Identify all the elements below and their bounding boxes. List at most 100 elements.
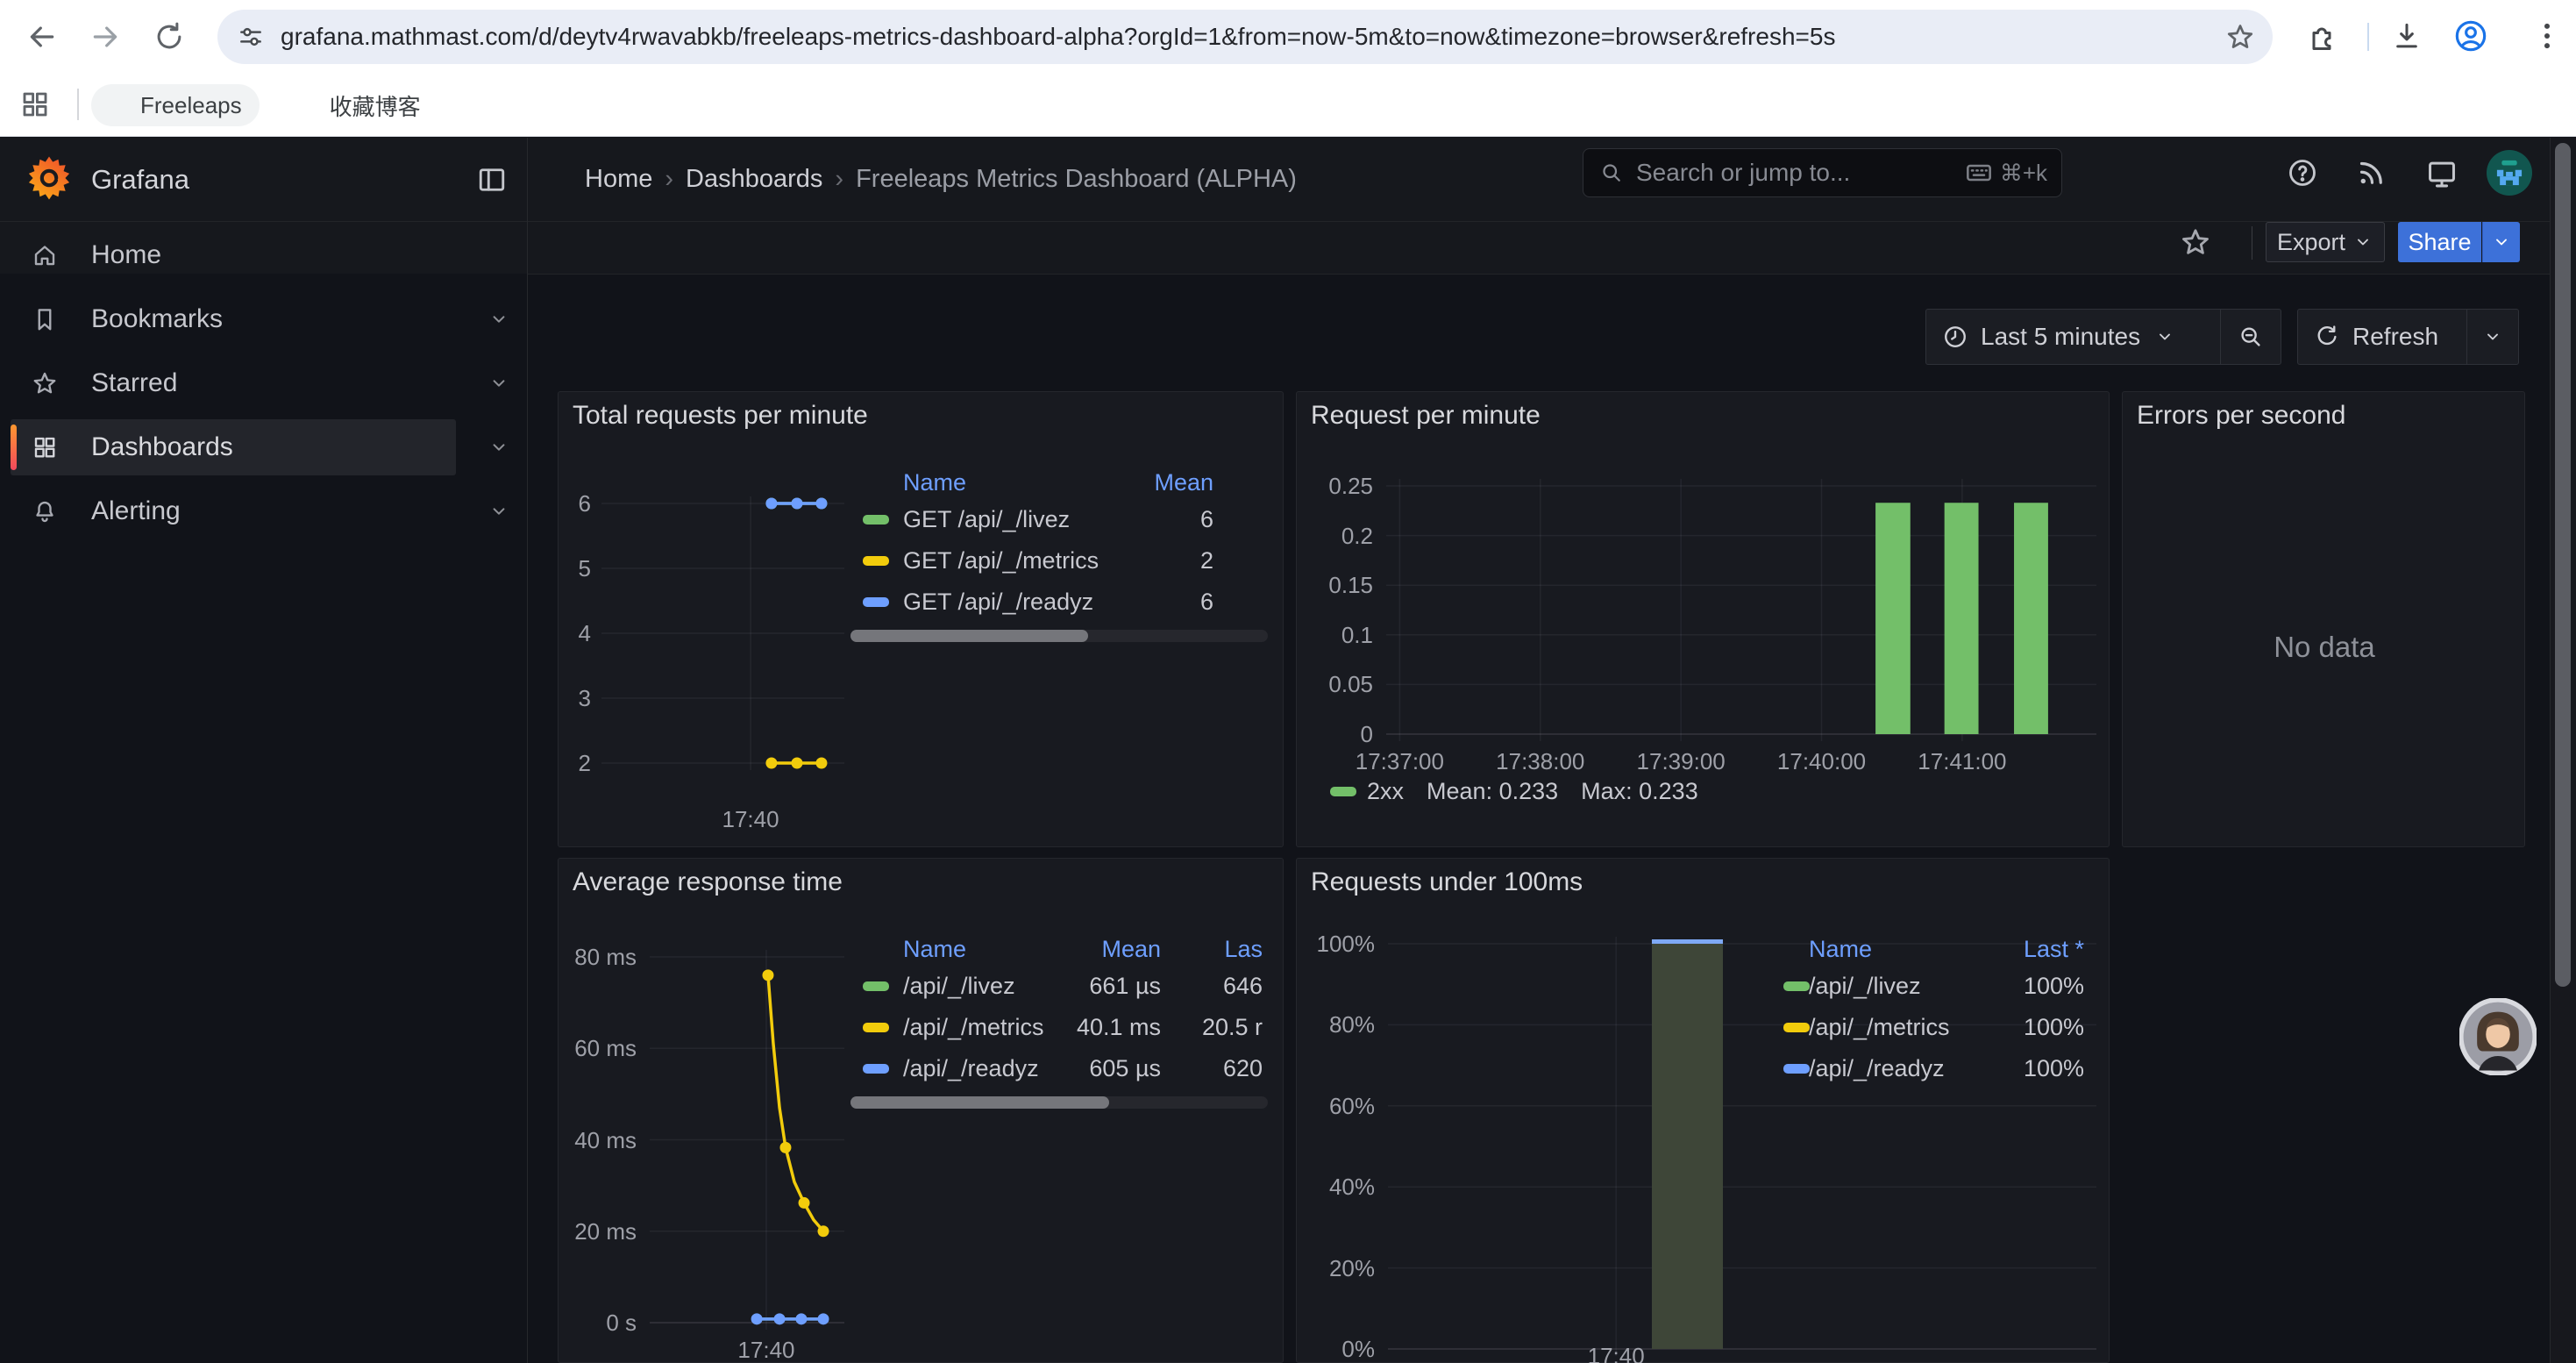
legend-mean: Mean: 0.233: [1427, 778, 1558, 805]
panel-title[interactable]: Requests under 100ms: [1311, 867, 1583, 897]
legend-scrollbar-thumb[interactable]: [850, 1096, 1109, 1109]
col-header[interactable]: Las: [1224, 934, 1263, 964]
legend-series-name[interactable]: GET /api/_/readyz: [903, 582, 1093, 622]
panel-requests-under-100ms: Requests under 100ms100%80%60%40%20%0%17…: [1296, 858, 2110, 1363]
x-axis-label: 17:40:00: [1743, 748, 1901, 774]
y-axis-label: 80%: [1297, 1011, 1375, 1038]
legend-series-name[interactable]: /api/_/metrics: [903, 1007, 1044, 1047]
y-axis-label: 100%: [1297, 931, 1375, 957]
legend-swatch: [863, 597, 889, 607]
legend-value-mean: 605 µs: [1089, 1048, 1161, 1088]
y-axis-label: 6: [559, 490, 591, 517]
legend-value-last: 100%: [2024, 1007, 2084, 1047]
assistant-avatar[interactable]: [2459, 998, 2537, 1075]
x-axis-label: 17:38:00: [1462, 748, 1619, 774]
panel-total-requests: Total requests per minute 6 5 4 3 2 17:40 Name M…: [558, 391, 1284, 847]
col-header[interactable]: Mean: [1154, 467, 1213, 497]
legend-max: Max: 0.233: [1581, 778, 1698, 805]
legend-table-row: /api/_/readyz 605 µs 620: [850, 1048, 1268, 1089]
legend-series-name[interactable]: GET /api/_/metrics: [903, 540, 1099, 581]
col-header-name[interactable]: Name: [903, 467, 966, 497]
legend-table: Name Mean Las/api/_/livez 661 µs 646/api/_/m…: [850, 934, 1268, 1109]
y-axis-label: 20%: [1297, 1255, 1375, 1281]
chart-line: [593, 484, 853, 790]
legend-swatch: [1783, 1064, 1810, 1074]
col-header-name[interactable]: Name: [903, 934, 966, 964]
y-axis-label: 5: [559, 555, 591, 582]
x-axis-label: 17:41:00: [1883, 748, 2041, 774]
legend-value-last: 646: [1223, 966, 1263, 1006]
legend-table: NameLast */api/_/livez100%/api/_/metrics…: [1775, 934, 2088, 1089]
chart-bar: [1377, 477, 2105, 743]
legend-scrollbar-thumb[interactable]: [850, 630, 1088, 642]
legend-swatch: [1330, 787, 1356, 796]
legend-series-name[interactable]: /api/_/readyz: [903, 1048, 1039, 1088]
legend-table-row: /api/_/metrics 100%: [1775, 1007, 2088, 1048]
legend-value-last: 100%: [2024, 1048, 2084, 1088]
legend-value-mean: 661 µs: [1089, 966, 1161, 1006]
legend-swatch: [863, 981, 889, 991]
col-header[interactable]: Mean: [1101, 934, 1161, 964]
legend-swatch: [863, 515, 889, 525]
legend-series-name[interactable]: GET /api/_/livez: [903, 499, 1070, 539]
dashboard-canvas: Total requests per minute 6 5 4 3 2 17:40 Name M…: [0, 0, 2576, 1363]
legend-swatch: [1783, 1023, 1810, 1032]
y-axis-label: 0: [1297, 721, 1373, 747]
panel-title[interactable]: Errors per second: [2137, 401, 2345, 431]
x-axis-label: 17:40: [672, 806, 829, 832]
screen: grafana.mathmast.com/d/deytv4rwavabkb/fr…: [0, 0, 2576, 1363]
y-axis-label: 2: [559, 750, 591, 776]
legend-value-last: 100%: [2024, 966, 2084, 1006]
legend-series-name[interactable]: 2xx: [1367, 778, 1404, 805]
legend-table: NameMeanGET /api/_/livez6GET /api/_/metr…: [850, 467, 1268, 642]
chart-line: [641, 935, 853, 1331]
legend-swatch: [1783, 981, 1810, 991]
legend-table-row: /api/_/metrics40.1 ms20.5 r: [850, 1007, 1268, 1048]
legend-table-row: /api/_/livez 661 µs 646: [850, 966, 1268, 1007]
col-header-name[interactable]: Name: [1809, 934, 1872, 964]
legend-value-last: 620: [1223, 1048, 1263, 1088]
y-axis-label: 40 ms: [559, 1127, 637, 1153]
panel-title[interactable]: Request per minute: [1311, 401, 1541, 431]
legend-value-mean: 2: [1200, 540, 1213, 581]
legend-table-row: GET /api/_/metrics 2: [850, 540, 1268, 582]
legend-table-header: Name Last *: [1775, 934, 2088, 966]
legend-swatch: [863, 1023, 889, 1032]
legend-scrollbar-track[interactable]: [850, 1096, 1268, 1109]
y-axis-label: 0.2: [1297, 523, 1373, 549]
y-axis-label: 0.05: [1297, 671, 1373, 697]
x-axis-label: 17:39:00: [1602, 748, 1760, 774]
y-axis-label: 0%: [1297, 1336, 1375, 1362]
legend-table-header: Name Mean Las: [850, 934, 1268, 966]
legend-value-mean: 6: [1200, 582, 1213, 622]
panel-title[interactable]: Total requests per minute: [573, 401, 868, 431]
legend-value-last: 20.5 r: [1202, 1007, 1263, 1047]
legend-series-name[interactable]: /api/_/livez: [903, 966, 1015, 1006]
legend-scrollbar-track[interactable]: [850, 630, 1268, 642]
legend-swatch: [863, 1064, 889, 1074]
page-scrollbar-thumb[interactable]: [2555, 143, 2571, 987]
legend-table-row: GET /api/_/readyz 6: [850, 582, 1268, 623]
panel-title[interactable]: Average response time: [573, 867, 843, 897]
y-axis-label: 0.15: [1297, 572, 1373, 598]
y-axis-label: 20 ms: [559, 1218, 637, 1245]
page-scrollbar-track[interactable]: [2550, 138, 2576, 1363]
x-axis-label: 17:40: [687, 1337, 845, 1363]
y-axis-label: 3: [559, 685, 591, 711]
legend-table-row: /api/_/livez 100%: [1775, 966, 2088, 1007]
y-axis-label: 60 ms: [559, 1035, 637, 1061]
y-axis-label: 60%: [1297, 1093, 1375, 1119]
legend: 2xx Mean: 0.233 Max: 0.233: [1330, 778, 1698, 804]
legend-table-row: /api/_/readyz 100%: [1775, 1048, 2088, 1089]
legend-value-mean: 6: [1200, 499, 1213, 539]
y-axis-label: 4: [559, 620, 591, 646]
legend-series-name[interactable]: /api/_/readyz: [1809, 1048, 1945, 1088]
y-axis-label: 0.1: [1297, 622, 1373, 648]
col-header[interactable]: Last *: [2024, 934, 2084, 964]
panel-avg-response-time: Average response time 80 ms 60 ms 40 ms 20 m…: [558, 858, 1284, 1363]
y-axis-label: 0 s: [559, 1309, 637, 1336]
legend-series-name[interactable]: /api/_/metrics: [1809, 1007, 1950, 1047]
x-axis-label: 17:37:00: [1320, 748, 1478, 774]
legend-series-name[interactable]: /api/_/livez: [1809, 966, 1921, 1006]
y-axis-label: 80 ms: [559, 944, 637, 970]
